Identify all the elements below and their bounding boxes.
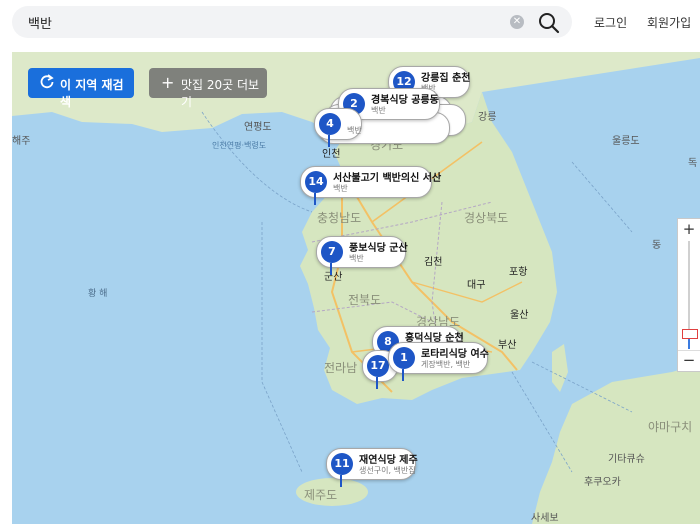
zoom-out-button[interactable]: −	[678, 350, 700, 371]
refresh-icon	[40, 74, 54, 93]
pin-stem	[376, 377, 378, 389]
map-label-yellow-sea: 황 해	[88, 289, 108, 299]
login-link[interactable]: 로그인	[594, 14, 627, 31]
zoom-slider-handle[interactable]	[682, 328, 698, 339]
map-label-daegu: 대구	[467, 280, 486, 291]
plus-icon: +	[161, 73, 175, 92]
pin-name: 재연식당 제주	[359, 455, 418, 466]
map-label-dokdo: 독	[688, 158, 698, 169]
map-label-route: 인천연평·백령도	[212, 141, 267, 150]
map-label-chungnam: 충청남도	[317, 211, 362, 225]
search-bar[interactable]: 백반 ✕	[12, 6, 572, 38]
pin-number: 4	[319, 113, 341, 135]
map-label-incheon: 인천	[322, 149, 341, 160]
restaurant-pin-14[interactable]: 14 서산불고기 백반의신 서산 백반	[300, 166, 441, 205]
map-label-yamaguchi: 야마구치	[648, 420, 693, 434]
map-label-hakata: 기타큐슈	[608, 454, 645, 465]
restaurant-pin-11[interactable]: 11 재연식당 제주 생선구이, 백반집	[326, 448, 418, 487]
map-label-jeonbuk: 전북도	[348, 293, 382, 307]
map-label-fukuoka: 후쿠오카	[584, 477, 621, 488]
signup-link[interactable]: 회원가입	[647, 14, 691, 31]
map-label-yeonpyeong: 연평도	[244, 122, 272, 133]
map-label-pohang: 포항	[509, 267, 528, 278]
map-label-haeju: 해주	[12, 136, 31, 147]
search-input[interactable]: 백반	[28, 13, 52, 32]
pin-stem	[314, 193, 316, 205]
zoom-in-button[interactable]: +	[678, 219, 700, 239]
pin-number: 17	[367, 355, 389, 377]
pin-name: 서산불고기 백반의신 서산	[333, 173, 442, 184]
map-label-gyeongbuk: 경상북도	[464, 211, 509, 225]
pin-category: 게장백반, 백반	[421, 360, 471, 369]
restaurant-pin-4[interactable]: 4 백반	[314, 108, 362, 147]
clear-icon[interactable]: ✕	[510, 15, 524, 29]
show-more-button[interactable]: + 맛집 20곳 더보기	[149, 68, 267, 109]
map-label-east-sea: 동	[652, 240, 662, 251]
map-label-ulleungdo: 울릉도	[612, 136, 640, 147]
pin-stem	[330, 263, 332, 275]
map-label-busan: 부산	[498, 340, 517, 351]
pin-category: 생선구이, 백반집	[359, 466, 416, 475]
pin-number: 11	[331, 453, 353, 475]
pin-stem	[328, 135, 330, 147]
pin-number: 1	[393, 347, 415, 369]
pin-category: 백반	[371, 106, 386, 115]
map-label-gunsan: 군산	[324, 272, 343, 283]
map-label-jeonnam: 전라남	[324, 361, 358, 375]
map-label-gimcheon: 김천	[424, 257, 443, 268]
map-label-jejudo: 제주도	[304, 488, 338, 502]
pin-name: 풍보식당 군산	[349, 243, 408, 254]
pin-category: 백반	[347, 126, 362, 135]
restaurant-pin-7[interactable]: 7 풍보식당 군산 백반	[316, 236, 408, 275]
map-label-sasebo: 사세보	[531, 513, 559, 524]
pin-number: 7	[321, 241, 343, 263]
research-area-button[interactable]: 이 지역 재검색	[28, 68, 134, 109]
pin-name: 강릉집 춘천	[421, 73, 471, 84]
header: 백반 ✕ 로그인 회원가입	[0, 0, 700, 52]
pin-name: 경복식당 공릉동	[371, 95, 439, 106]
pin-category: 백반	[349, 254, 364, 263]
pin-stem	[340, 475, 342, 487]
pin-name: 로타리식당 여수	[421, 349, 489, 360]
pin-stem	[402, 369, 404, 381]
search-icon[interactable]	[537, 11, 561, 35]
map-label-gangneung: 강릉	[478, 112, 497, 123]
show-more-label: 맛집 20곳 더보기	[181, 78, 260, 109]
pin-category: 백반	[333, 184, 348, 193]
zoom-control[interactable]: + −	[677, 218, 700, 372]
map-label-ulsan: 울산	[510, 310, 529, 321]
pin-number: 14	[305, 171, 327, 193]
research-area-label: 이 지역 재검색	[60, 78, 124, 109]
restaurant-pin-1[interactable]: 1 로타리식당 여수 게장백반, 백반	[388, 342, 489, 381]
